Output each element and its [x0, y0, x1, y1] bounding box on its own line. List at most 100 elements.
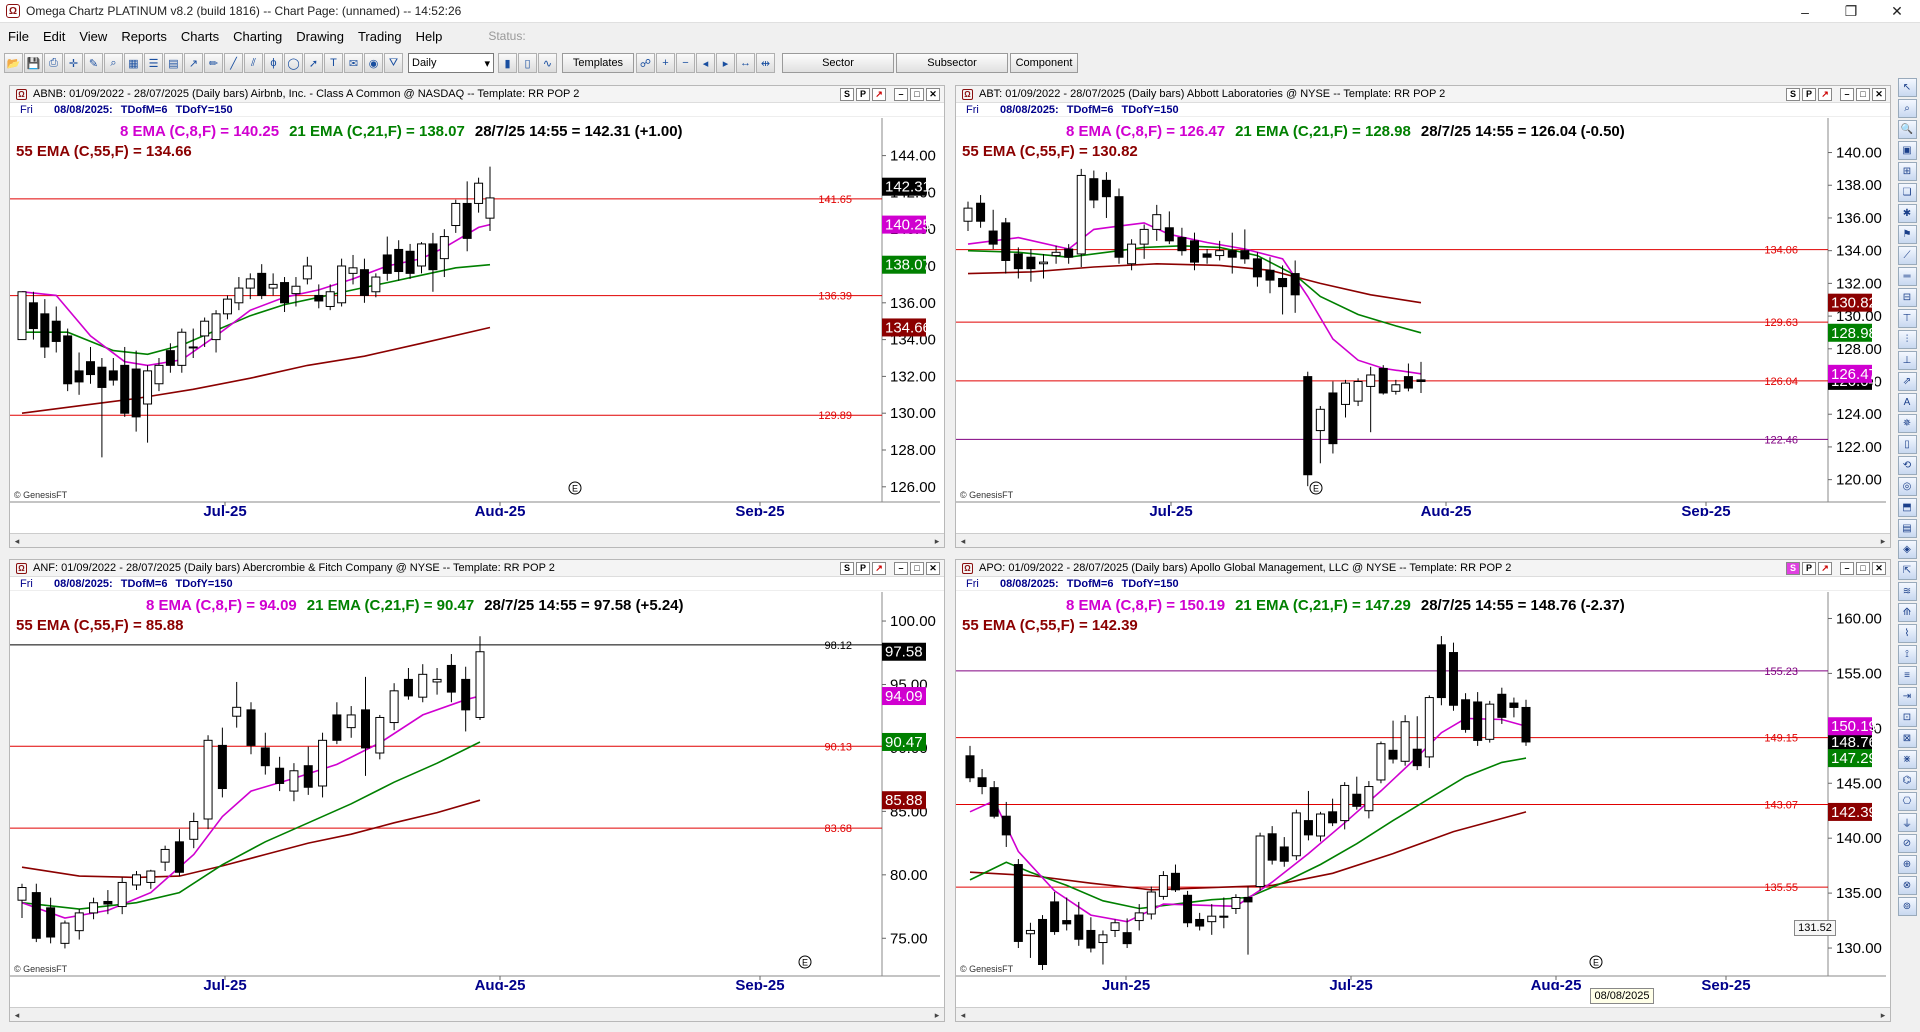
drawing-tool-33-icon[interactable]: ⌬	[1897, 771, 1917, 790]
candle-body[interactable]	[89, 902, 99, 914]
menu-help[interactable]: Help	[408, 29, 449, 44]
drawing-tool-18-icon[interactable]: ⟲	[1897, 456, 1917, 475]
candle-body[interactable]	[405, 250, 415, 274]
drawing-tool-17-icon[interactable]: ▯	[1897, 435, 1917, 454]
candle-body[interactable]	[245, 278, 255, 289]
candle-body[interactable]	[275, 767, 285, 784]
drawing-tool-36-icon[interactable]: ⊘	[1897, 834, 1917, 853]
filter-icon[interactable]: ⛛	[384, 53, 403, 73]
candle-body[interactable]	[257, 272, 267, 296]
drawing-tool-37-icon[interactable]: ⊕	[1897, 855, 1917, 874]
candle-body[interactable]	[371, 276, 381, 293]
drawing-tool-2-icon[interactable]: 🔍	[1897, 120, 1917, 139]
scroll-right-icon[interactable]: ▸	[930, 535, 944, 547]
pop-out-icon[interactable]: ↗	[1818, 87, 1832, 101]
candle-body[interactable]	[1521, 706, 1531, 743]
candle-body[interactable]	[1328, 392, 1338, 445]
candle-body[interactable]	[108, 370, 118, 381]
candle-body[interactable]	[361, 709, 370, 749]
move-right-icon[interactable]: ▸	[716, 53, 735, 73]
minimize-icon[interactable]: –	[1840, 87, 1854, 101]
minimize-icon[interactable]: –	[894, 87, 908, 101]
candle-body[interactable]	[1388, 749, 1398, 760]
period-select[interactable]: Daily ▾	[408, 53, 494, 73]
candle-body[interactable]	[1231, 896, 1241, 909]
chart-panel-anf[interactable]: Ω ANF: 01/09/2022 - 28/07/2025 (Daily ba…	[9, 559, 945, 1022]
drawing-tool-9-icon[interactable]: ═	[1897, 267, 1917, 286]
candle-body[interactable]	[117, 881, 127, 908]
candle-body[interactable]	[1001, 222, 1011, 261]
scale-button[interactable]: S	[1786, 561, 1800, 575]
candle-body[interactable]	[1013, 864, 1023, 942]
candle-body[interactable]	[1328, 811, 1338, 824]
candle-body[interactable]	[1127, 243, 1137, 265]
candle-body[interactable]	[1110, 922, 1120, 931]
drawing-tool-15-icon[interactable]: A	[1897, 393, 1917, 412]
candle-body[interactable]	[46, 907, 56, 938]
candle-body[interactable]	[965, 755, 975, 779]
print-button[interactable]: P	[856, 561, 870, 575]
candle-body[interactable]	[1448, 652, 1458, 706]
candle-body[interactable]	[1152, 214, 1162, 230]
candle-body[interactable]	[31, 892, 41, 939]
candle-body[interactable]	[1278, 277, 1288, 288]
candle-body[interactable]	[332, 714, 342, 741]
candle-body[interactable]	[1177, 237, 1187, 252]
drawing-tool-32-icon[interactable]: ⋇	[1897, 750, 1917, 769]
candle-body[interactable]	[1158, 875, 1168, 897]
fib-icon[interactable]: ϕ	[264, 53, 283, 73]
candle-body[interactable]	[1485, 703, 1495, 740]
candle-body[interactable]	[1436, 644, 1446, 699]
candle-body[interactable]	[1473, 701, 1483, 741]
candle-body[interactable]	[337, 265, 347, 304]
candle-body[interactable]	[1139, 228, 1149, 245]
candle-body[interactable]	[977, 777, 987, 788]
candle-body[interactable]	[1376, 743, 1386, 781]
candle-body[interactable]	[348, 267, 358, 274]
arrow-icon[interactable]: ➚	[304, 53, 323, 73]
candle-body[interactable]	[1290, 273, 1300, 296]
candle-body[interactable]	[1416, 379, 1426, 383]
price-chart[interactable]: 144.00142.00140.00138.00136.00134.00132.…	[10, 118, 940, 516]
candle-body[interactable]	[1207, 915, 1217, 923]
chart-panel-abt[interactable]: Ω ABT: 01/09/2022 - 28/07/2025 (Daily ba…	[955, 85, 1891, 548]
candle-body[interactable]	[485, 197, 495, 219]
price-chart[interactable]: 100.0095.0090.0085.0080.0075.00Jul-25Aug…	[10, 592, 940, 990]
candle-body[interactable]	[1001, 815, 1011, 836]
drawing-tool-24-icon[interactable]: ≋	[1897, 582, 1917, 601]
pop-out-icon[interactable]: ↗	[1818, 561, 1832, 575]
scroll-left-icon[interactable]: ◂	[956, 1009, 970, 1021]
note-icon[interactable]: ✉	[344, 53, 363, 73]
candle-body[interactable]	[1050, 901, 1060, 933]
drawing-tool-19-icon[interactable]: ◎	[1897, 477, 1917, 496]
candle-body[interactable]	[1267, 833, 1277, 861]
earnings-marker-icon[interactable]: E	[798, 955, 812, 969]
minimize-icon[interactable]: –	[1840, 561, 1854, 575]
candle-body[interactable]	[120, 364, 130, 414]
maximize-icon[interactable]: □	[1856, 87, 1870, 101]
candle-body[interactable]	[291, 285, 301, 295]
drawing-tool-34-icon[interactable]: ⎔	[1897, 792, 1917, 811]
scale-button[interactable]: S	[840, 87, 854, 101]
candle-body[interactable]	[432, 678, 442, 683]
pop-out-icon[interactable]: ↗	[872, 87, 886, 101]
drawing-tool-21-icon[interactable]: ▤	[1897, 519, 1917, 538]
drawing-tool-7-icon[interactable]: ⚑	[1897, 225, 1917, 244]
drawing-tool-4-icon[interactable]: ⊞	[1897, 162, 1917, 181]
candle-body[interactable]	[1366, 374, 1376, 387]
menu-charting[interactable]: Charting	[225, 29, 288, 44]
candle-body[interactable]	[1146, 891, 1156, 915]
candle-body[interactable]	[146, 870, 156, 883]
horizontal-scrollbar[interactable]: ◂ ▸	[10, 1007, 944, 1021]
candle-body[interactable]	[1252, 258, 1262, 278]
candle-body[interactable]	[418, 673, 428, 698]
candle-body[interactable]	[1412, 748, 1422, 767]
candle-body[interactable]	[1086, 929, 1096, 949]
drawing-tool-1-icon[interactable]: ⌕	[1897, 99, 1917, 118]
candle-body[interactable]	[143, 370, 153, 405]
candle-body[interactable]	[154, 364, 164, 385]
price-chart[interactable]: 140.00138.00136.00134.00132.00130.00128.…	[956, 118, 1886, 516]
candle-body[interactable]	[389, 690, 399, 724]
candle-body[interactable]	[63, 335, 73, 385]
candle-body[interactable]	[461, 678, 471, 711]
